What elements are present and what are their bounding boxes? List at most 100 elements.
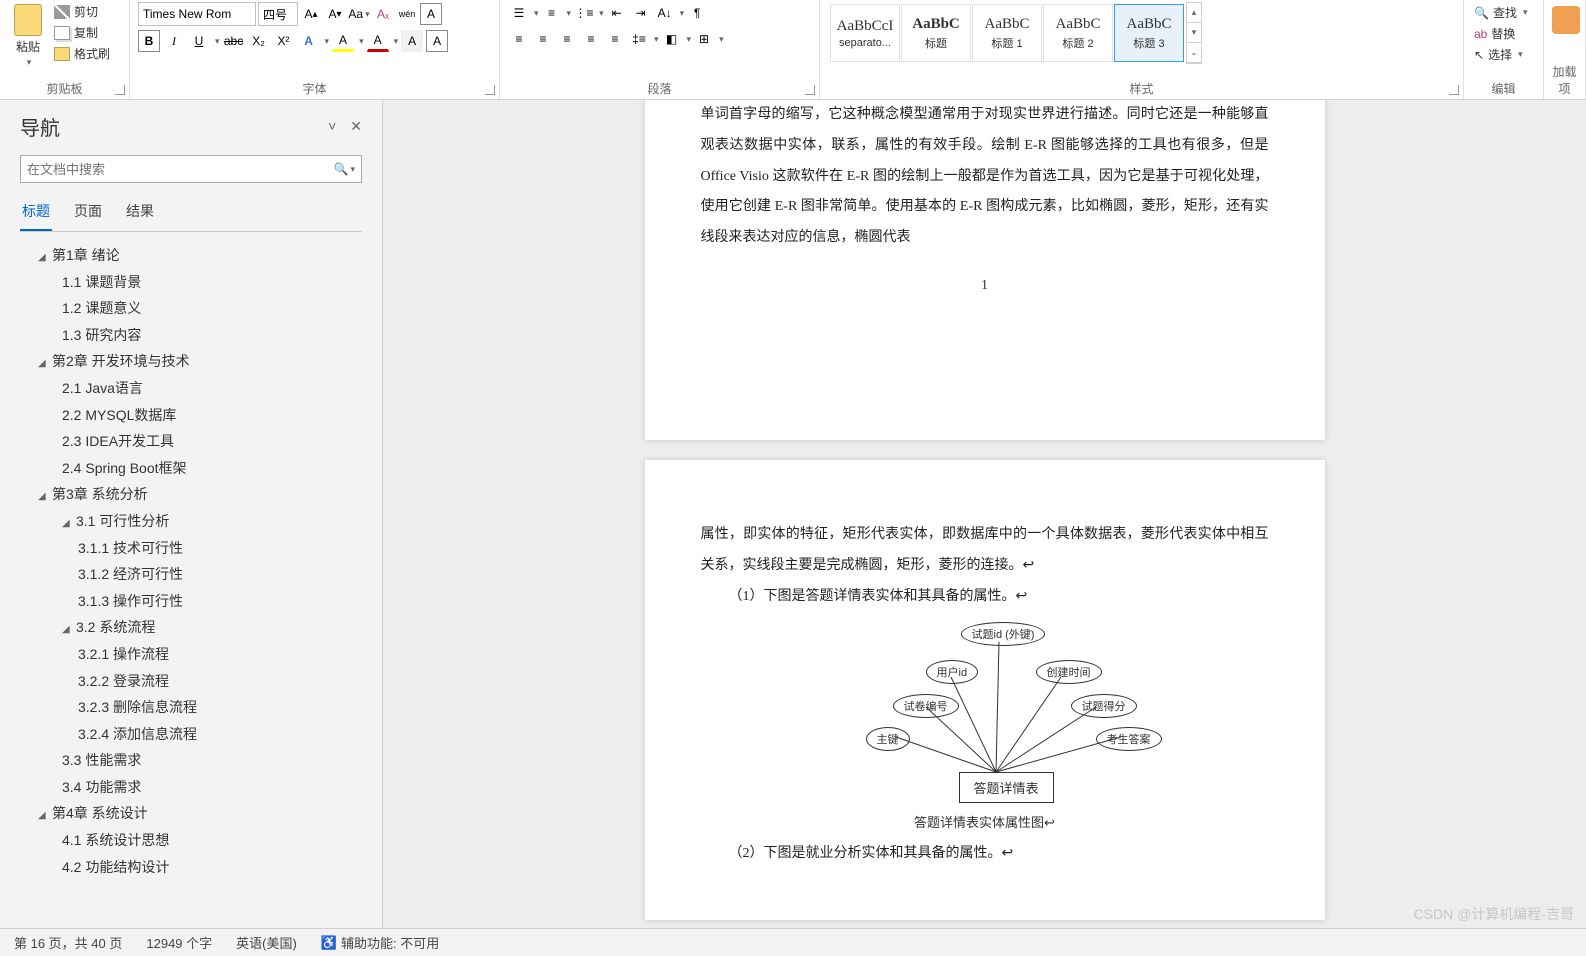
caret-icon[interactable]: ◢ <box>62 514 72 533</box>
nav-heading-item[interactable]: ◢第2章 开发环境与技术 <box>20 348 362 375</box>
replace-button[interactable]: ab替换 <box>1472 23 1535 44</box>
caret-icon[interactable]: ◢ <box>38 487 48 506</box>
nav-heading-item[interactable]: ◢第1章 绪论 <box>20 242 362 269</box>
style-item-separato...[interactable]: AaBbCcIseparato... <box>830 4 900 62</box>
nav-search-input[interactable] <box>27 162 334 177</box>
nav-heading-item[interactable]: 3.3 性能需求 <box>20 747 362 774</box>
nav-heading-item[interactable]: 3.2.3 删除信息流程 <box>20 694 362 721</box>
nav-tab-results[interactable]: 结果 <box>124 197 156 231</box>
increase-indent-button[interactable]: ⇥ <box>630 2 652 24</box>
style-item-标题[interactable]: AaBbC标题 <box>901 4 971 62</box>
bullets-button[interactable]: ☰ <box>508 2 530 24</box>
body-text[interactable]: （1）下图是答题详情表实体和其具备的属性。↩ <box>701 582 1269 613</box>
status-page[interactable]: 第 16 页，共 40 页 <box>14 933 122 952</box>
paste-button[interactable]: 粘贴 ▾ <box>8 2 48 70</box>
clipboard-launcher-icon[interactable] <box>115 85 125 95</box>
nav-close-icon[interactable]: ✕ <box>350 118 362 135</box>
clear-format-button[interactable]: Aₓ <box>372 3 394 25</box>
nav-heading-item[interactable]: ◢3.1 可行性分析 <box>20 508 362 535</box>
status-word-count[interactable]: 12949 个字 <box>146 933 212 952</box>
show-marks-button[interactable]: ¶ <box>686 2 708 24</box>
nav-heading-item[interactable]: 3.2.1 操作流程 <box>20 641 362 668</box>
search-icon[interactable]: 🔍 <box>334 162 349 176</box>
font-color-button[interactable]: A <box>367 30 389 52</box>
style-item-标题 3[interactable]: AaBbC标题 3 <box>1114 4 1184 62</box>
nav-collapse-icon[interactable]: ˅ <box>328 118 336 135</box>
gallery-up-icon[interactable]: ▴ <box>1187 3 1201 23</box>
style-item-标题 2[interactable]: AaBbC标题 2 <box>1043 4 1113 62</box>
body-text[interactable]: 单词首字母的缩写，它这种概念模型通常用于对现实世界进行描述。同时它还是一种能够直… <box>701 100 1269 254</box>
align-right-button[interactable]: ≡ <box>556 28 578 50</box>
find-button[interactable]: 🔍查找▾ <box>1472 2 1535 23</box>
gallery-down-icon[interactable]: ▾ <box>1187 23 1201 43</box>
style-item-标题 1[interactable]: AaBbC标题 1 <box>972 4 1042 62</box>
nav-heading-item[interactable]: 2.2 MYSQL数据库 <box>20 402 362 429</box>
caret-icon[interactable]: ◢ <box>62 620 72 639</box>
change-case-button[interactable]: Aa▾ <box>348 3 370 25</box>
char-border-button[interactable]: A <box>420 3 442 25</box>
enclose-char-button[interactable]: A <box>426 30 448 52</box>
nav-heading-item[interactable]: 2.1 Java语言 <box>20 375 362 402</box>
nav-heading-item[interactable]: 3.1.1 技术可行性 <box>20 535 362 562</box>
grow-font-button[interactable]: A▴ <box>300 3 322 25</box>
gallery-scrollbar[interactable]: ▴ ▾ ⌄ <box>1186 2 1202 64</box>
cut-button[interactable]: 剪切 <box>52 2 112 21</box>
nav-heading-item[interactable]: 1.2 课题意义 <box>20 295 362 322</box>
underline-button[interactable]: U <box>188 30 210 52</box>
sort-button[interactable]: A↓ <box>654 2 676 24</box>
chevron-down-icon[interactable]: ▾ <box>350 164 355 175</box>
bold-button[interactable]: B <box>138 30 160 52</box>
caret-icon[interactable]: ◢ <box>38 806 48 825</box>
nav-heading-item[interactable]: 2.3 IDEA开发工具 <box>20 428 362 455</box>
status-language[interactable]: 英语(美国) <box>236 933 297 952</box>
borders-button[interactable]: ⊞ <box>693 28 715 50</box>
font-launcher-icon[interactable] <box>485 85 495 95</box>
nav-heading-item[interactable]: 3.4 功能需求 <box>20 774 362 801</box>
copy-button[interactable]: 复制 <box>52 23 112 42</box>
body-text[interactable]: 属性，即实体的特征，矩形代表实体，即数据库中的一个具体数据表，菱形代表实体中相互… <box>701 520 1269 582</box>
subscript-button[interactable]: X₂ <box>248 30 270 52</box>
align-center-button[interactable]: ≡ <box>532 28 554 50</box>
text-effects-button[interactable]: A <box>298 30 320 52</box>
justify-button[interactable]: ≡ <box>580 28 602 50</box>
nav-heading-item[interactable]: ◢第4章 系统设计 <box>20 800 362 827</box>
nav-heading-item[interactable]: 4.1 系统设计思想 <box>20 827 362 854</box>
font-size-input[interactable] <box>258 2 298 26</box>
nav-heading-item[interactable]: 3.2.2 登录流程 <box>20 668 362 695</box>
select-button[interactable]: ↖选择▾ <box>1472 44 1535 65</box>
align-left-button[interactable]: ≡ <box>508 28 530 50</box>
document-area[interactable]: 单词首字母的缩写，它这种概念模型通常用于对现实世界进行描述。同时它还是一种能够直… <box>383 100 1586 928</box>
nav-heading-item[interactable]: 3.1.2 经济可行性 <box>20 561 362 588</box>
line-spacing-button[interactable]: ‡≡ <box>628 28 650 50</box>
nav-heading-item[interactable]: 3.2.4 添加信息流程 <box>20 721 362 748</box>
nav-heading-item[interactable]: 1.3 研究内容 <box>20 322 362 349</box>
strikethrough-button[interactable]: abc <box>223 30 245 52</box>
multilevel-button[interactable]: ⋮≡ <box>573 2 595 24</box>
status-accessibility[interactable]: ♿辅助功能: 不可用 <box>321 933 439 952</box>
nav-search-box[interactable]: 🔍▾ <box>20 155 362 183</box>
figure-caption[interactable]: 答题详情表实体属性图↩ <box>701 812 1269 831</box>
nav-heading-item[interactable]: ◢第3章 系统分析 <box>20 481 362 508</box>
caret-icon[interactable]: ◢ <box>38 248 48 267</box>
superscript-button[interactable]: X² <box>273 30 295 52</box>
nav-heading-item[interactable]: ◢3.2 系统流程 <box>20 614 362 641</box>
phonetic-button[interactable]: wén <box>396 3 418 25</box>
italic-button[interactable]: I <box>163 30 185 52</box>
paragraph-launcher-icon[interactable] <box>805 85 815 95</box>
distribute-button[interactable]: ≡ <box>604 28 626 50</box>
styles-launcher-icon[interactable] <box>1449 85 1459 95</box>
nav-heading-item[interactable]: 2.4 Spring Boot框架 <box>20 455 362 482</box>
shrink-font-button[interactable]: A▾ <box>324 3 346 25</box>
numbering-button[interactable]: ≡ <box>541 2 563 24</box>
body-text[interactable]: （2）下图是就业分析实体和其具备的属性。↩ <box>701 839 1269 870</box>
format-painter-button[interactable]: 格式刷 <box>52 44 112 63</box>
nav-tab-headings[interactable]: 标题 <box>20 197 52 231</box>
nav-heading-item[interactable]: 4.2 功能结构设计 <box>20 854 362 881</box>
nav-heading-item[interactable]: 3.1.3 操作可行性 <box>20 588 362 615</box>
font-name-input[interactable] <box>138 2 256 26</box>
gallery-expand-icon[interactable]: ⌄ <box>1187 43 1201 63</box>
caret-icon[interactable]: ◢ <box>38 354 48 373</box>
char-shading-button[interactable]: A <box>401 30 423 52</box>
highlight-button[interactable]: A <box>332 30 354 52</box>
nav-heading-item[interactable]: 1.1 课题背景 <box>20 269 362 296</box>
